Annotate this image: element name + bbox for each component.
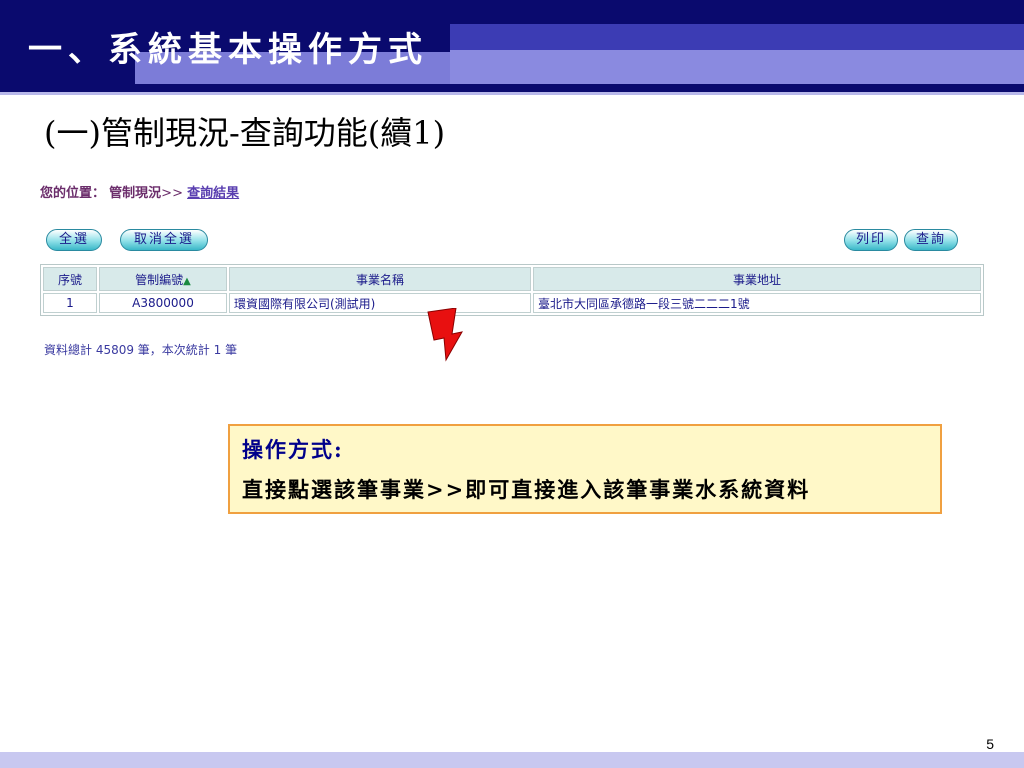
record-count-summary: 資料總計 45809 筆，本次統計 1 筆: [44, 343, 238, 357]
cell-business-name[interactable]: 環資國際有限公司(測試用): [229, 293, 531, 313]
breadcrumb-section[interactable]: 管制現況: [109, 186, 161, 201]
table-row[interactable]: 1 A3800000 環資國際有限公司(測試用) 臺北市大同區承德路一段三號二二…: [43, 293, 981, 313]
column-header-label: 管制編號: [135, 272, 184, 287]
slide-title: 一、系統基本操作方式: [28, 30, 428, 70]
table-header-row: 序號 管制編號▲ 事業名稱 事業地址: [43, 267, 981, 291]
header-rule: [0, 92, 1024, 95]
instruction-callout: 操作方式: 直接點選該筆事業>>即可直接進入該筆事業水系統資料: [228, 424, 942, 514]
column-header-business-name[interactable]: 事業名稱: [229, 267, 531, 291]
query-button[interactable]: 查詢: [904, 229, 958, 251]
results-table: 序號 管制編號▲ 事業名稱 事業地址 1 A3800000 環資國際有限公司(測…: [40, 264, 984, 316]
column-header-control-id[interactable]: 管制編號▲: [99, 267, 227, 291]
column-header-business-address[interactable]: 事業地址: [533, 267, 981, 291]
print-button[interactable]: 列印: [844, 229, 898, 251]
select-all-button[interactable]: 全選: [46, 229, 102, 251]
sort-up-icon[interactable]: ▲: [183, 276, 191, 287]
callout-body: 直接點選該筆事業>>即可直接進入該筆事業水系統資料: [242, 477, 811, 502]
column-header-seq[interactable]: 序號: [43, 267, 97, 291]
header-stripe: [450, 50, 1024, 84]
breadcrumb-separator: >>: [161, 186, 183, 201]
slide-subtitle: (一)管制現況-查詢功能(續1): [44, 114, 446, 152]
breadcrumb-current-link[interactable]: 查詢結果: [187, 186, 239, 201]
deselect-all-button[interactable]: 取消全選: [120, 229, 208, 251]
breadcrumb: 您的位置： 管制現況>> 查詢結果: [40, 182, 239, 201]
page-number: 5: [986, 736, 994, 752]
callout-heading: 操作方式:: [242, 437, 344, 462]
cell-seq: 1: [43, 293, 97, 313]
header-stripe: [450, 24, 1024, 50]
cell-control-id[interactable]: A3800000: [99, 293, 227, 313]
breadcrumb-prefix: 您的位置：: [40, 186, 106, 201]
red-arrow-icon: [427, 308, 463, 362]
cell-business-address: 臺北市大同區承德路一段三號二二二1號: [533, 293, 981, 313]
footer-bar: [0, 752, 1024, 768]
